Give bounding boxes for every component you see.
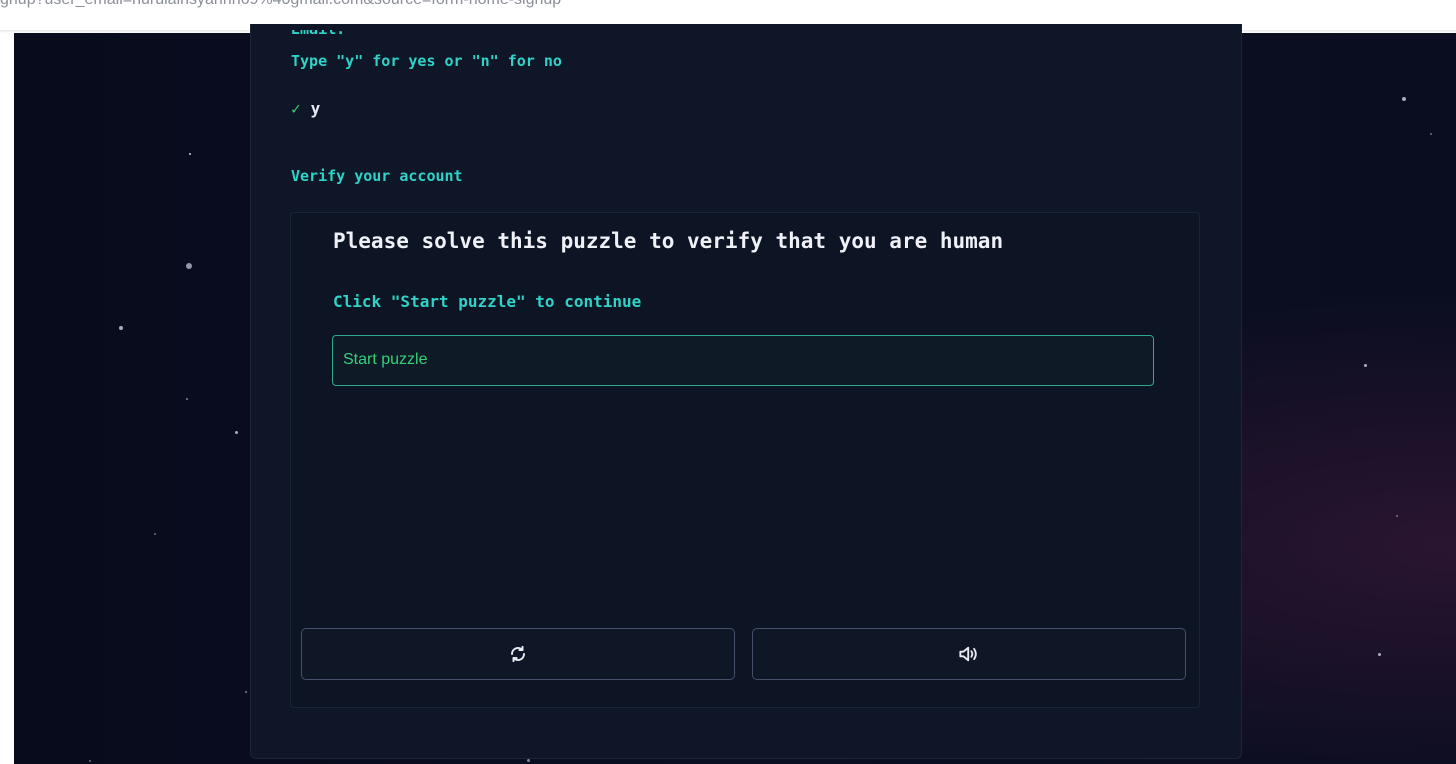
yes-no-question: Type "y" for yes or "n" for no	[291, 52, 562, 70]
audio-challenge-button[interactable]	[752, 628, 1186, 680]
start-puzzle-button[interactable]: Start puzzle	[332, 335, 1154, 386]
star	[189, 153, 191, 155]
answer-value: y	[310, 99, 321, 118]
refresh-button[interactable]	[301, 628, 735, 680]
refresh-icon	[509, 645, 527, 663]
star	[1402, 97, 1406, 101]
answer-row: ✓ y	[291, 99, 320, 118]
star	[186, 263, 192, 269]
verify-account-heading: Verify your account	[291, 167, 463, 185]
star	[154, 533, 156, 535]
star	[186, 398, 188, 400]
star	[527, 759, 530, 762]
star	[119, 326, 123, 330]
captcha-title: Please solve this puzzle to verify that …	[333, 229, 1004, 253]
star	[89, 760, 91, 762]
speaker-icon	[958, 645, 980, 663]
checkmark-icon: ✓	[291, 99, 301, 118]
star	[1364, 364, 1367, 367]
captcha-instruction: Click "Start puzzle" to continue	[333, 292, 642, 311]
star	[245, 691, 247, 693]
star	[1430, 133, 1432, 135]
previous-prompt-label: Email:	[291, 30, 345, 38]
star	[235, 431, 238, 434]
star	[1396, 515, 1398, 517]
url-text: gnup?user_email=nurulalnsyahrin69%40gmai…	[0, 0, 561, 9]
star	[1378, 653, 1381, 656]
